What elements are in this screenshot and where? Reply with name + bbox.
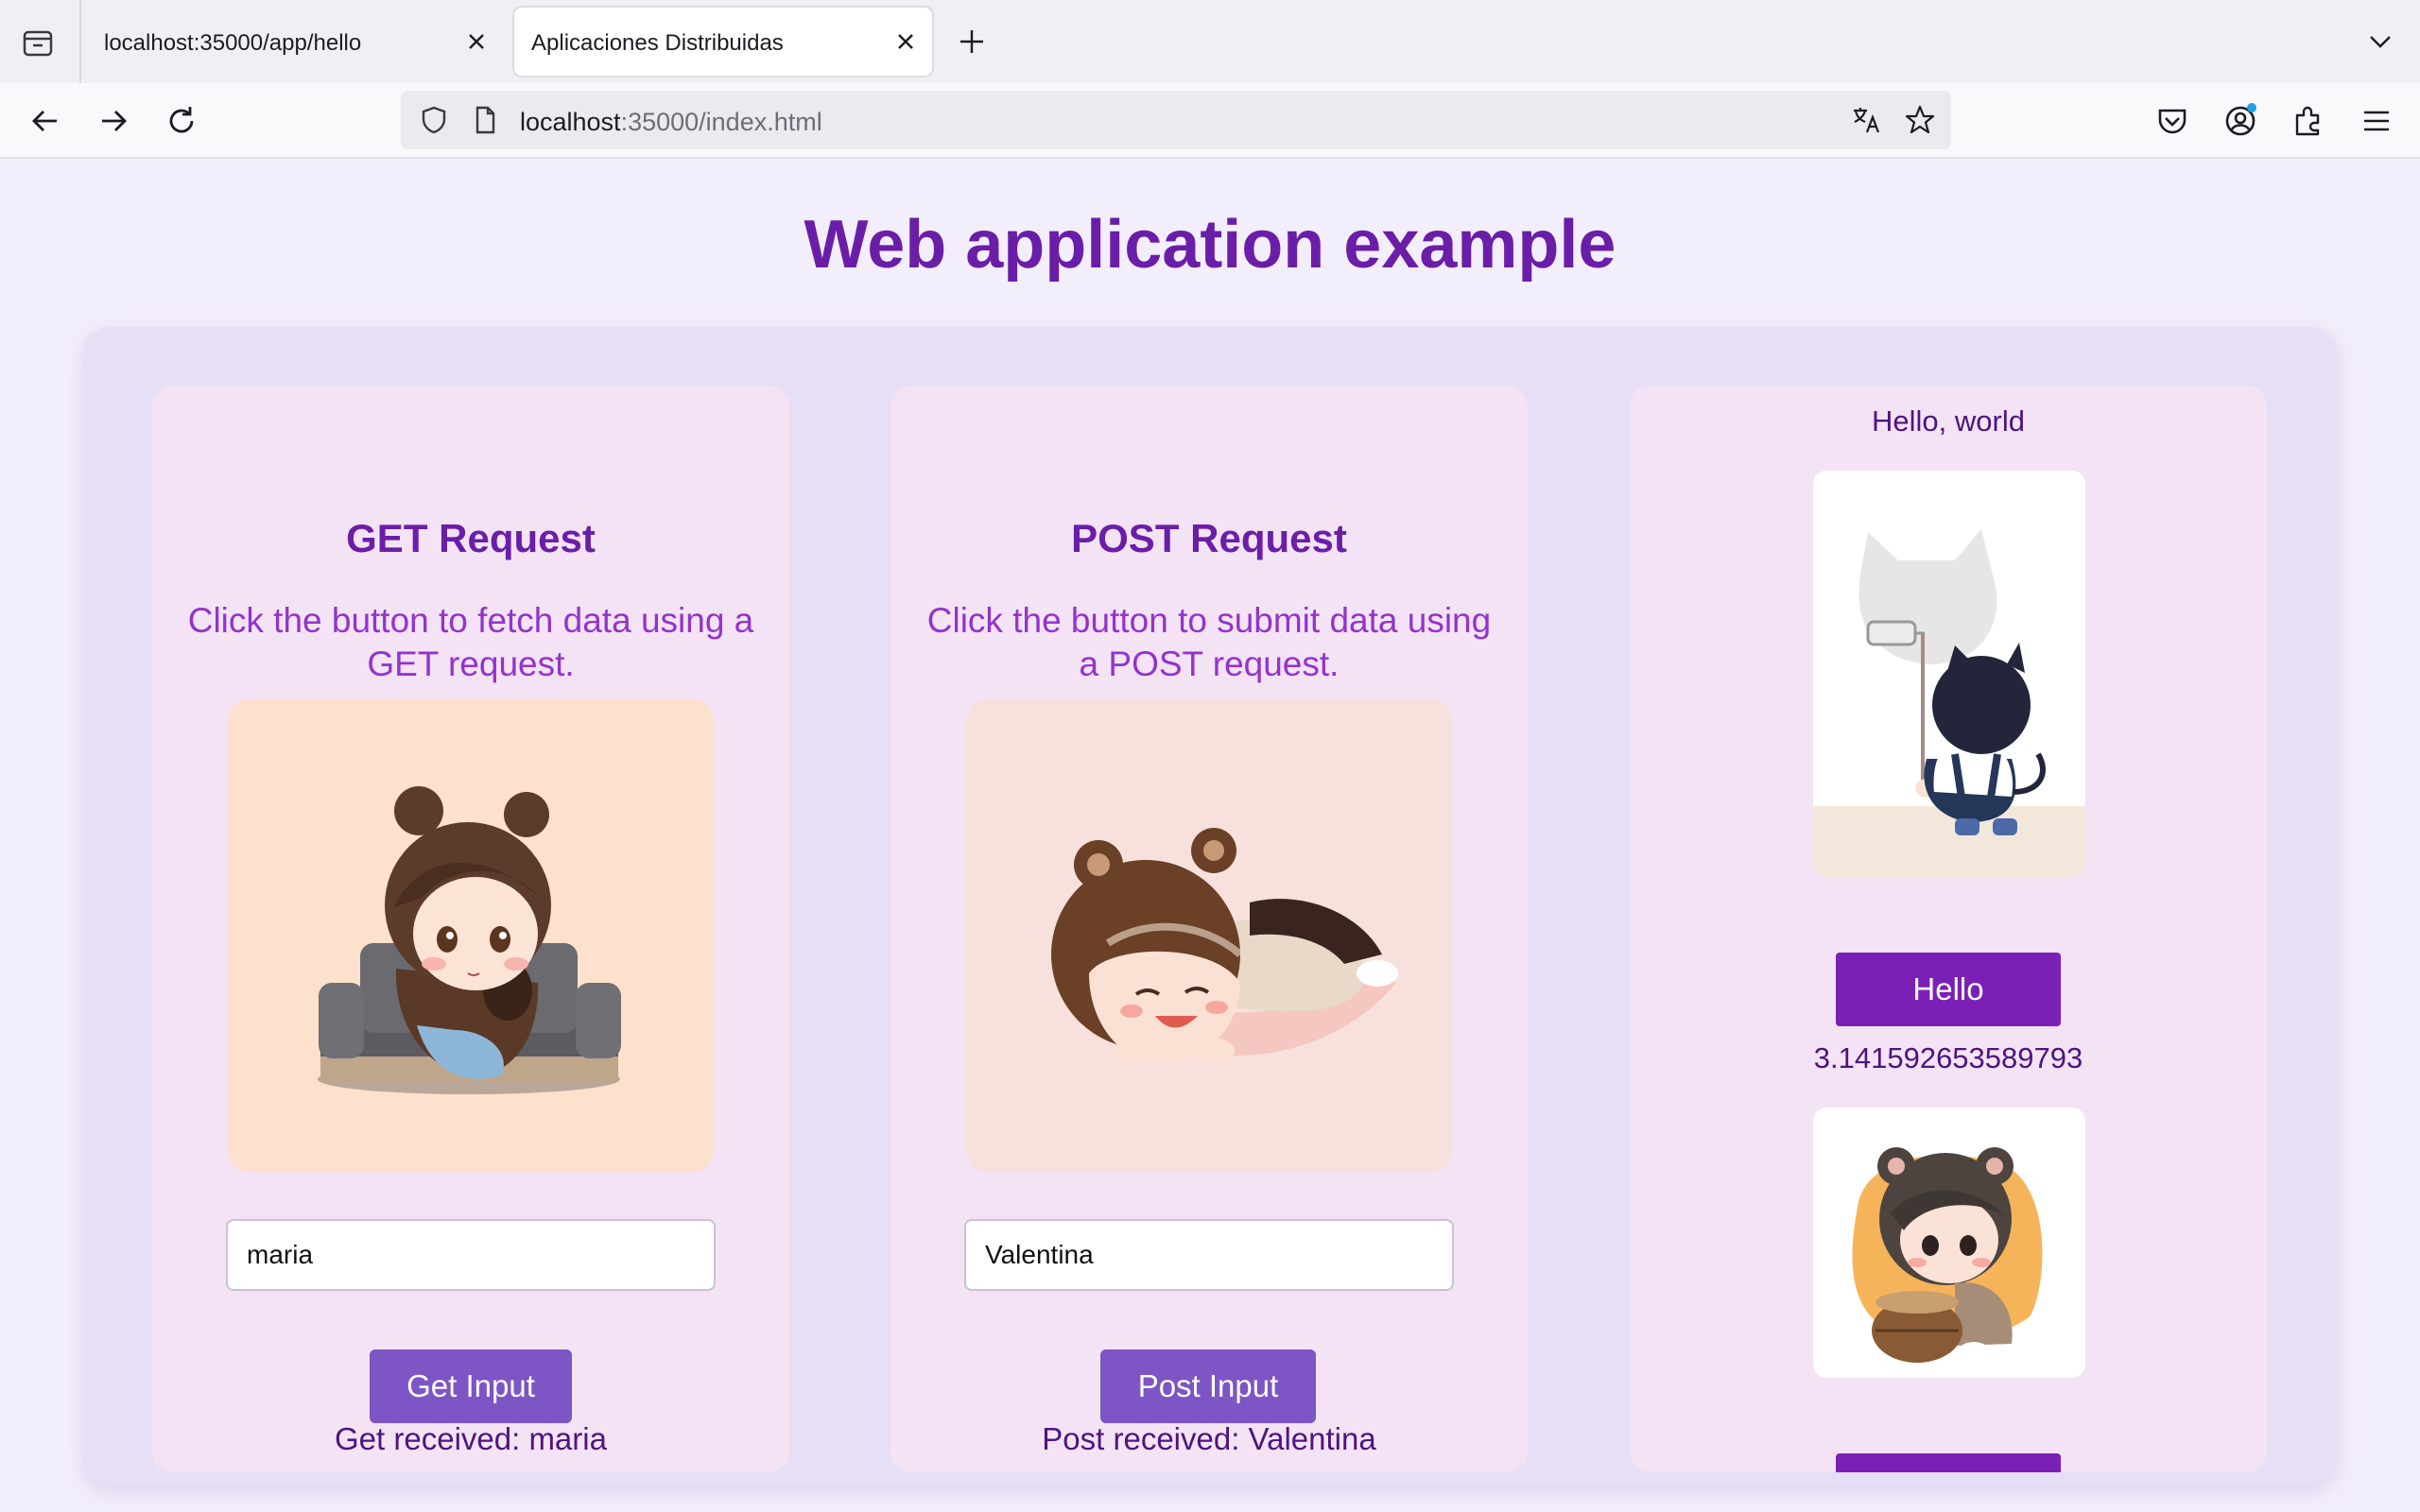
page-icon[interactable] bbox=[469, 104, 501, 136]
chibi-on-sofa-image bbox=[228, 699, 714, 1172]
account-icon[interactable] bbox=[2221, 102, 2259, 140]
firefox-view-icon[interactable] bbox=[19, 25, 57, 62]
post-request-card: POST Request Click the button to submit … bbox=[890, 386, 1528, 1472]
get-input-button[interactable]: Get Input bbox=[370, 1349, 572, 1423]
post-name-input[interactable] bbox=[964, 1219, 1454, 1291]
close-icon[interactable] bbox=[892, 28, 919, 55]
pocket-icon[interactable] bbox=[2153, 102, 2191, 140]
menu-icon[interactable] bbox=[2358, 102, 2395, 140]
url-path: :35000/index.html bbox=[620, 108, 822, 136]
pi-value-text: 3.141592653589793 bbox=[1813, 1041, 2083, 1074]
tab-title: Aplicaciones Distribuidas bbox=[531, 30, 784, 56]
post-input-button[interactable]: Post Input bbox=[1100, 1349, 1316, 1423]
tab-title: localhost:35000/app/hello bbox=[104, 30, 362, 56]
get-result-text: Get received: maria bbox=[335, 1421, 607, 1456]
tab-aplicaciones[interactable]: Aplicaciones Distribuidas bbox=[514, 8, 932, 76]
get-card-title: GET Request bbox=[346, 516, 596, 560]
url-text[interactable]: localhost:35000/index.html bbox=[520, 108, 822, 137]
navigation-toolbar: localhost:35000/index.html bbox=[0, 83, 2420, 159]
tab-hello[interactable]: localhost:35000/app/hello bbox=[87, 8, 503, 76]
url-host: localhost bbox=[520, 108, 621, 136]
get-request-card: GET Request Click the button to fetch da… bbox=[152, 386, 789, 1472]
bookmark-star-icon[interactable] bbox=[1904, 104, 1936, 136]
page-title: Web application example bbox=[804, 207, 1616, 283]
translate-icon[interactable] bbox=[1851, 104, 1883, 136]
back-arrow-icon[interactable] bbox=[26, 102, 64, 140]
browser-tab-bar: localhost:35000/app/hello Aplicaciones D… bbox=[0, 0, 2420, 83]
chevron-down-icon[interactable] bbox=[2363, 25, 2397, 59]
url-bar[interactable]: localhost:35000/index.html bbox=[401, 91, 1951, 149]
get-name-input[interactable] bbox=[226, 1219, 716, 1291]
hello-world-text: Hello, world bbox=[1872, 404, 2025, 438]
close-icon[interactable] bbox=[463, 28, 490, 55]
hello-button[interactable]: Hello bbox=[1836, 953, 2061, 1026]
cards-container: GET Request Click the button to fetch da… bbox=[83, 327, 2337, 1486]
post-result-text: Post received: Valentina bbox=[1042, 1421, 1376, 1456]
hello-card: Hello, world Hello 3.141592653589793 bbox=[1630, 386, 2267, 1472]
chibi-lying-image bbox=[966, 699, 1452, 1172]
tab-separator bbox=[79, 0, 81, 83]
shield-icon[interactable] bbox=[418, 104, 450, 136]
chibi-with-barrel-image bbox=[1813, 1108, 2085, 1378]
second-hello-button-partial[interactable] bbox=[1836, 1453, 2061, 1472]
chibi-painting-cat-image bbox=[1813, 471, 2085, 877]
post-card-description: Click the button to submit data using a … bbox=[926, 601, 1492, 683]
post-card-title: POST Request bbox=[1071, 516, 1347, 560]
reload-icon[interactable] bbox=[163, 102, 200, 140]
get-card-description: Click the button to fetch data using a G… bbox=[187, 601, 754, 683]
plus-icon[interactable] bbox=[955, 25, 989, 59]
forward-arrow-icon[interactable] bbox=[95, 102, 132, 140]
extensions-icon[interactable] bbox=[2290, 102, 2327, 140]
